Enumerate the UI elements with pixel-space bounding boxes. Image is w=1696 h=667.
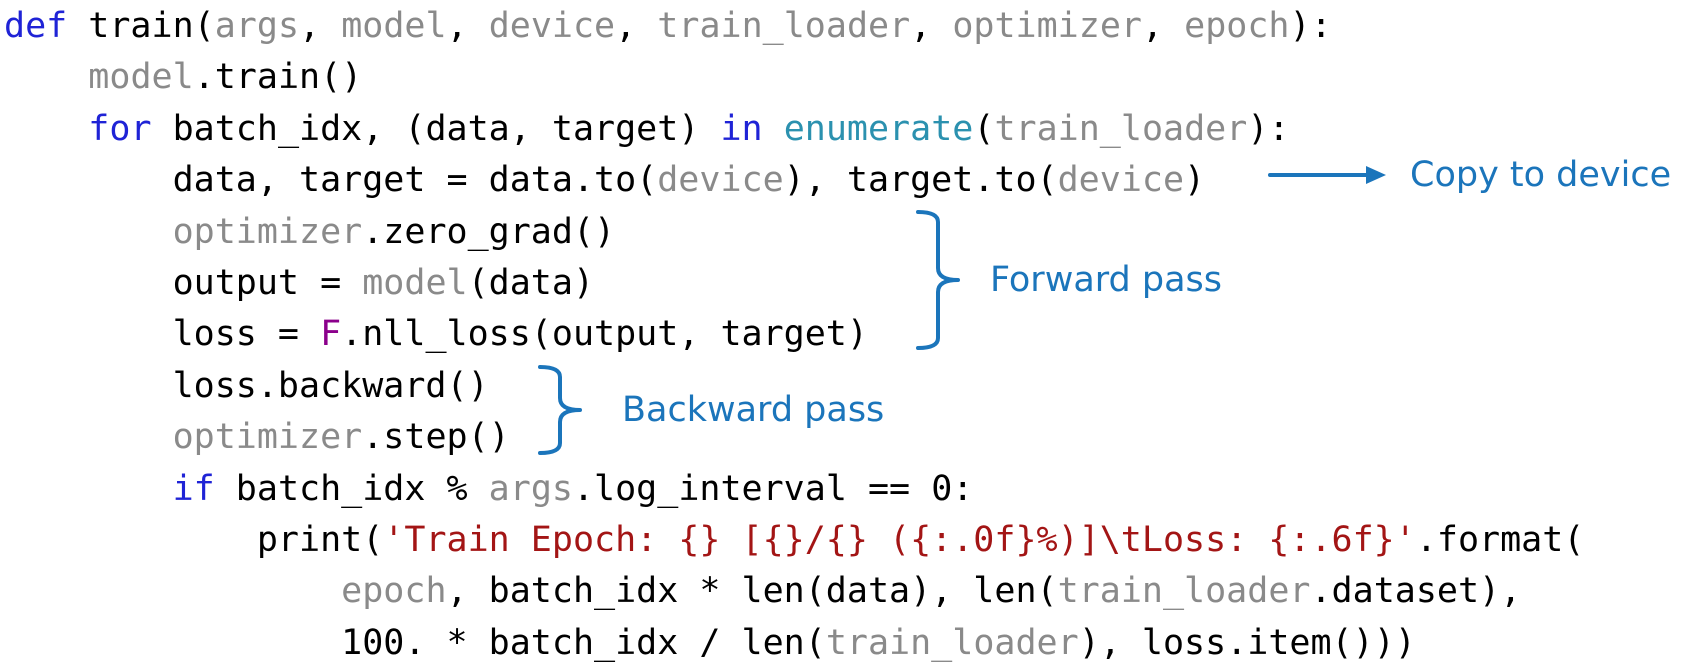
backward-pass-label: Backward pass [622, 390, 885, 430]
annotation-graphics [538, 166, 1386, 455]
forward-bracket [916, 210, 960, 350]
code-diagram: def train(args, model, device, train_loa… [0, 0, 1696, 667]
forward-pass-label: Forward pass [990, 260, 1223, 300]
copy-arrow-head [1366, 166, 1386, 184]
copy-to-device-label: Copy to device [1410, 155, 1672, 195]
backward-bracket [538, 365, 582, 455]
